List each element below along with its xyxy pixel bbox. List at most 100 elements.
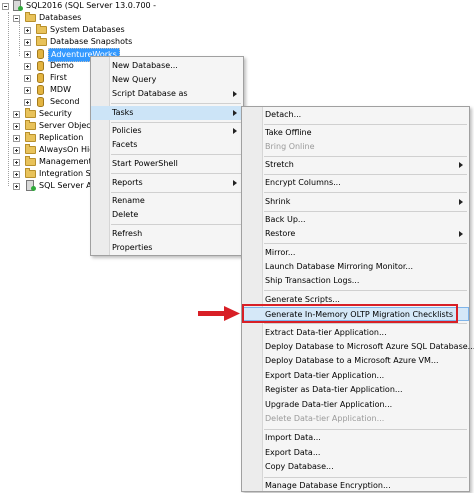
menu-item-register-datatier[interactable]: Register as Data-tier Application... bbox=[242, 383, 469, 397]
menu-item-stretch[interactable]: Stretch bbox=[242, 158, 469, 172]
menu-item-label: Restore bbox=[265, 229, 296, 238]
expand-icon[interactable] bbox=[13, 135, 20, 142]
menu-item-restore[interactable]: Restore bbox=[242, 227, 469, 241]
menu-item-label: Mirror... bbox=[265, 248, 296, 257]
menu-item-label: Delete Data-tier Application... bbox=[265, 414, 385, 423]
tree-label: MDW bbox=[50, 85, 71, 94]
tree-label: First bbox=[50, 73, 67, 82]
expand-icon[interactable] bbox=[24, 87, 31, 94]
tree-line bbox=[8, 12, 9, 186]
menu-item-policies[interactable]: Policies bbox=[91, 124, 243, 138]
expand-icon[interactable] bbox=[13, 111, 20, 118]
menu-item-launch-mirroring-monitor[interactable]: Launch Database Mirroring Monitor... bbox=[242, 260, 469, 274]
menu-separator bbox=[264, 156, 467, 157]
folder-icon bbox=[25, 156, 36, 166]
menu-item-label: Back Up... bbox=[265, 215, 306, 224]
menu-separator bbox=[264, 429, 467, 430]
menu-item-encrypt-columns[interactable]: Encrypt Columns... bbox=[242, 176, 469, 190]
folder-icon bbox=[36, 36, 47, 46]
menu-item-tasks[interactable]: Tasks bbox=[91, 106, 243, 120]
menu-item-ship-transaction-logs[interactable]: Ship Transaction Logs... bbox=[242, 274, 469, 288]
folder-icon bbox=[25, 144, 36, 154]
menu-item-export-data[interactable]: Export Data... bbox=[242, 446, 469, 460]
menu-item-facets[interactable]: Facets bbox=[91, 138, 243, 152]
folder-icon bbox=[36, 24, 47, 34]
tree-label: SQL2016 (SQL Server 13.0.700 - bbox=[26, 1, 157, 10]
menu-item-label: Export Data... bbox=[265, 448, 321, 457]
tasks-submenu: Detach... Take Offline Bring Online Stre… bbox=[241, 106, 474, 493]
menu-separator bbox=[264, 124, 467, 125]
menu-item-import-data[interactable]: Import Data... bbox=[242, 431, 469, 445]
expand-icon[interactable] bbox=[24, 51, 31, 58]
expand-icon[interactable] bbox=[13, 123, 20, 130]
database-context-menu: New Database... New Query Script Databas… bbox=[90, 56, 244, 256]
menu-item-rename[interactable]: Rename bbox=[91, 194, 243, 208]
menu-item-label: Deploy Database to Microsoft Azure SQL D… bbox=[265, 342, 474, 351]
submenu-arrow-icon bbox=[233, 91, 237, 97]
submenu-arrow-icon bbox=[233, 110, 237, 116]
menu-item-label: Extract Data-tier Application... bbox=[265, 328, 387, 337]
red-arrow-icon bbox=[198, 306, 240, 321]
database-icon bbox=[37, 73, 44, 83]
menu-item-bring-online[interactable]: Bring Online bbox=[242, 140, 469, 154]
expand-icon[interactable] bbox=[24, 27, 31, 34]
expand-icon[interactable] bbox=[24, 63, 31, 70]
agent-icon bbox=[26, 180, 36, 191]
menu-item-label: Stretch bbox=[265, 160, 294, 169]
submenu-arrow-icon bbox=[233, 180, 237, 186]
menu-item-label: Encrypt Columns... bbox=[265, 178, 341, 187]
menu-item-label: Bring Online bbox=[265, 142, 315, 151]
menu-item-new-database[interactable]: New Database... bbox=[91, 59, 243, 73]
menu-separator bbox=[111, 224, 241, 225]
menu-item-delete-datatier[interactable]: Delete Data-tier Application... bbox=[242, 412, 469, 426]
menu-item-export-datatier[interactable]: Export Data-tier Application... bbox=[242, 369, 469, 383]
menu-item-label: Take Offline bbox=[265, 128, 312, 137]
menu-item-deploy-azure-sql[interactable]: Deploy Database to Microsoft Azure SQL D… bbox=[242, 340, 474, 354]
menu-item-properties[interactable]: Properties bbox=[91, 241, 243, 255]
expand-icon[interactable] bbox=[13, 171, 20, 178]
menu-separator bbox=[264, 211, 467, 212]
menu-item-copy-database[interactable]: Copy Database... bbox=[242, 460, 469, 474]
menu-item-extract-datatier[interactable]: Extract Data-tier Application... bbox=[242, 326, 469, 340]
menu-item-start-powershell[interactable]: Start PowerShell bbox=[91, 157, 243, 171]
menu-item-label: Copy Database... bbox=[265, 462, 334, 471]
menu-item-script-database-as[interactable]: Script Database as bbox=[91, 87, 243, 101]
folder-icon bbox=[25, 132, 36, 142]
expand-icon[interactable] bbox=[24, 75, 31, 82]
folder-icon bbox=[25, 12, 36, 22]
expand-icon[interactable] bbox=[24, 39, 31, 46]
menu-separator bbox=[111, 122, 241, 123]
folder-icon bbox=[25, 120, 36, 130]
menu-separator bbox=[111, 103, 241, 104]
menu-separator bbox=[264, 290, 467, 291]
menu-item-delete[interactable]: Delete bbox=[91, 208, 243, 222]
expand-icon[interactable] bbox=[13, 183, 20, 190]
menu-item-shrink[interactable]: Shrink bbox=[242, 195, 469, 209]
expand-icon[interactable] bbox=[24, 99, 31, 106]
menu-item-label: Manage Database Encryption... bbox=[265, 481, 391, 490]
menu-item-manage-database-encryption[interactable]: Manage Database Encryption... bbox=[242, 479, 469, 493]
menu-item-refresh[interactable]: Refresh bbox=[91, 227, 243, 241]
menu-item-reports[interactable]: Reports bbox=[91, 176, 243, 190]
menu-separator bbox=[111, 154, 241, 155]
menu-item-label: Register as Data-tier Application... bbox=[265, 385, 403, 394]
menu-item-back-up[interactable]: Back Up... bbox=[242, 213, 469, 227]
tree-label: Second bbox=[50, 97, 80, 106]
menu-item-label: Policies bbox=[112, 126, 142, 135]
submenu-arrow-icon bbox=[233, 128, 237, 134]
menu-item-detach[interactable]: Detach... bbox=[242, 108, 469, 122]
menu-item-take-offline[interactable]: Take Offline bbox=[242, 126, 469, 140]
expand-icon[interactable] bbox=[13, 159, 20, 166]
collapse-icon[interactable] bbox=[2, 3, 9, 10]
tree-label: Replication bbox=[39, 133, 84, 142]
menu-item-deploy-azure-vm[interactable]: Deploy Database to a Microsoft Azure VM.… bbox=[242, 354, 469, 368]
menu-item-mirror[interactable]: Mirror... bbox=[242, 246, 469, 260]
submenu-arrow-icon bbox=[459, 162, 463, 168]
expand-icon[interactable] bbox=[13, 147, 20, 154]
menu-item-new-query[interactable]: New Query bbox=[91, 73, 243, 87]
menu-item-upgrade-datatier[interactable]: Upgrade Data-tier Application... bbox=[242, 398, 469, 412]
menu-separator bbox=[111, 192, 241, 193]
collapse-icon[interactable] bbox=[13, 15, 20, 22]
menu-item-label: Deploy Database to a Microsoft Azure VM.… bbox=[265, 356, 439, 365]
database-icon bbox=[37, 61, 44, 71]
